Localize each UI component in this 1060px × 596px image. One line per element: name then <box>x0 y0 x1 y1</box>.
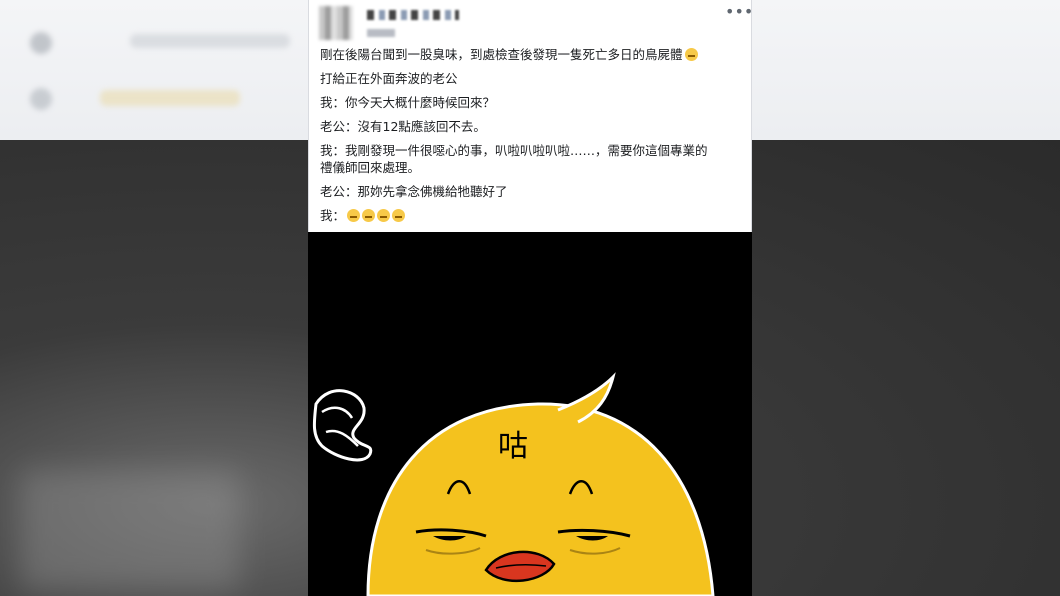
post-line: 打給正在外面奔波的老公 <box>320 70 744 87</box>
blurred-avatar <box>30 32 52 54</box>
post-line-text: 我：我剛發現一件很噁心的事，叭啦叭啦叭啦……，需要你這個專業的 禮儀師回來處理。 <box>320 143 708 175</box>
post-image[interactable]: 咕 <box>308 232 752 596</box>
blurred-avatar <box>30 88 52 110</box>
expressionless-emoji-icon <box>392 209 406 222</box>
expressionless-emoji-icon <box>684 48 698 61</box>
post-line: 剛在後陽台聞到一股臭味，到處檢查後發現一隻死亡多日的鳥屍體 <box>320 46 744 63</box>
forehead-text: 咕 <box>498 429 528 464</box>
more-options-icon[interactable]: ••• <box>725 2 753 22</box>
blurred-text <box>130 34 290 48</box>
post-line: 老公：那妳先拿念佛機給牠聽好了 <box>320 183 744 200</box>
post-line-text: 我：你今天大概什麼時候回來？ <box>320 95 496 110</box>
post-line: 我： <box>320 207 744 224</box>
post-line: 我：我剛發現一件很噁心的事，叭啦叭啦叭啦……，需要你這個專業的 禮儀師回來處理。 <box>320 142 744 176</box>
expressionless-emoji-icon <box>377 209 391 222</box>
post-body: 剛在後陽台聞到一股臭味，到處檢查後發現一隻死亡多日的鳥屍體 打給正在外面奔波的老… <box>320 46 744 231</box>
blurred-emoji-row <box>100 90 240 106</box>
post-meta-redacted <box>367 29 395 37</box>
post-line: 老公：沒有12點應該回不去。 <box>320 118 744 135</box>
post-line-text: 打給正在外面奔波的老公 <box>320 71 458 86</box>
post-card: ••• 剛在後陽台聞到一股臭味，到處檢查後發現一隻死亡多日的鳥屍體 打給正在外面… <box>308 0 753 232</box>
scribble-mark <box>312 389 373 462</box>
post-line-text: 剛在後陽台聞到一股臭味，到處檢查後發現一隻死亡多日的鳥屍體 <box>320 47 683 62</box>
post-line-text: 老公：那妳先拿念佛機給牠聽好了 <box>320 184 508 199</box>
post-line: 我：你今天大概什麼時候回來？ <box>320 94 744 111</box>
expressionless-emoji-icon <box>347 209 361 222</box>
post-line-text: 老公：沒有12點應該回不去。 <box>320 119 486 134</box>
post-header: ••• <box>309 0 753 40</box>
scribble-detail <box>321 406 359 447</box>
expressionless-emoji-icon <box>362 209 376 222</box>
post-line-text: 我： <box>320 208 346 223</box>
avatar[interactable] <box>319 6 353 40</box>
blurred-shape <box>20 470 240 590</box>
chick-illustration: 咕 <box>312 372 715 596</box>
author-name-redacted[interactable] <box>367 10 459 20</box>
